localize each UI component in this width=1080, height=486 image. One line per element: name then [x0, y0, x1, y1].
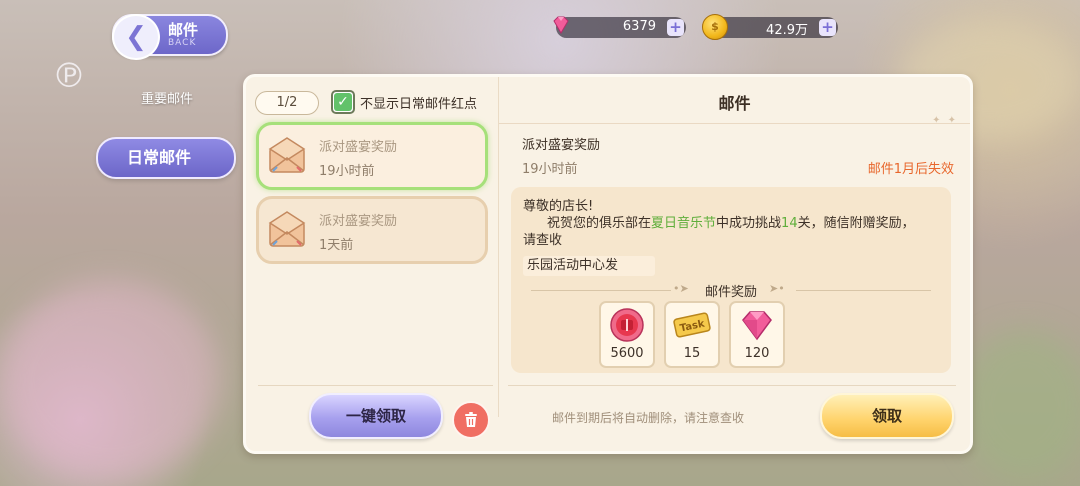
claim-all-button[interactable]: 一键领取 — [309, 393, 443, 439]
pink-gem-icon — [742, 311, 772, 341]
mail-panel: 1/2 ✓ 不显示日常邮件红点 派对盛宴奖励 19小时前 派对盛宴奖励 1天前 … — [243, 74, 973, 454]
pink-gem-icon — [553, 16, 569, 34]
envelope-icon — [268, 211, 306, 247]
mail-list-item[interactable]: 派对盛宴奖励 19小时前 — [256, 122, 488, 190]
arrow-decor-icon: •➤ — [673, 282, 689, 295]
page-counter: 1/2 — [255, 91, 319, 115]
back-arrow-icon: ❮ — [112, 14, 160, 60]
hide-red-dot-label: 不显示日常邮件红点 — [360, 97, 478, 112]
red-gift-coin-icon — [610, 308, 644, 342]
letter-sender: 乐园活动中心发 — [523, 256, 655, 276]
mail-title: 派对盛宴奖励 — [319, 214, 398, 229]
divider — [531, 290, 671, 291]
divider — [258, 385, 493, 386]
checkmark-icon: ✓ — [334, 93, 352, 111]
gem-amount: 6379 — [622, 19, 656, 34]
delete-button[interactable] — [452, 401, 490, 439]
claim-button[interactable]: 领取 — [820, 393, 954, 439]
coin-amount: 42.9万 — [766, 23, 808, 38]
mail-time: 1天前 — [319, 238, 354, 253]
reward-item[interactable]: 5600 — [599, 301, 655, 368]
detail-header-title: 邮件 — [718, 94, 751, 113]
letter-line: 祝贺您的俱乐部在夏日音乐节中成功挑战14关，随信附赠奖励， — [547, 212, 915, 231]
rewards-label: 邮件奖励 — [704, 285, 757, 300]
reward-quantity: 5600 — [610, 346, 644, 361]
background-decor — [960, 330, 1080, 480]
tab-important-mail[interactable]: 重要邮件 — [120, 88, 214, 107]
reward-quantity: 15 — [683, 346, 701, 361]
game-logo-icon: ℗ — [52, 56, 86, 96]
rewards-heading: •➤ 邮件奖励 ➤• — [511, 281, 951, 300]
tab-daily-mail[interactable]: 日常邮件 — [96, 137, 236, 179]
mail-list-item[interactable]: 派对盛宴奖励 1天前 — [256, 196, 488, 264]
reward-item[interactable]: 120 — [729, 301, 785, 368]
arrow-decor-icon: ➤• — [769, 282, 785, 295]
back-button[interactable]: ❮ 邮件 BACK — [112, 14, 228, 60]
expire-notice: 邮件1月后失效 — [867, 162, 954, 177]
sparkle-icon: ✦ ✦ — [932, 115, 958, 126]
gem-currency-bar: 6379 + — [553, 16, 686, 38]
reward-quantity: 120 — [744, 346, 770, 361]
detail-header: 邮件 ✦ ✦ — [499, 77, 970, 126]
letter-text: 中成功挑战 — [716, 216, 782, 231]
letter-body: 尊敬的店长! 祝贺您的俱乐部在夏日音乐节中成功挑战14关，随信附赠奖励， 请查收… — [511, 187, 951, 373]
event-name: 夏日音乐节 — [651, 216, 717, 231]
coin-currency-bar: $ 42.9万 + — [702, 14, 838, 40]
stage-number: 14 — [781, 216, 798, 231]
trash-icon — [465, 412, 477, 427]
add-gems-button[interactable]: + — [667, 19, 684, 36]
gold-coin-icon: $ — [702, 14, 728, 40]
detail-title: 派对盛宴奖励 — [522, 138, 601, 153]
divider — [508, 385, 956, 386]
task-ticket-icon: Task — [673, 312, 711, 338]
page-title: 邮件 — [168, 21, 199, 39]
background-decor — [0, 280, 220, 480]
panel-divider — [498, 77, 499, 417]
divider — [796, 290, 931, 291]
mail-title: 派对盛宴奖励 — [319, 140, 398, 155]
hide-red-dot-checkbox[interactable]: ✓ — [331, 90, 355, 114]
letter-text: 祝贺您的俱乐部在 — [547, 216, 652, 231]
back-subtitle: BACK — [168, 38, 197, 48]
detail-time: 19小时前 — [522, 162, 578, 177]
letter-text: 关，随信附赠奖励， — [797, 216, 915, 231]
reward-item[interactable]: Task 15 — [664, 301, 720, 368]
mail-time: 19小时前 — [319, 164, 375, 179]
add-coins-button[interactable]: + — [819, 19, 836, 36]
letter-line: 请查收 — [523, 233, 563, 248]
expiry-hint: 邮件到期后将自动删除，请注意查收 — [552, 411, 745, 425]
envelope-icon — [268, 137, 306, 173]
